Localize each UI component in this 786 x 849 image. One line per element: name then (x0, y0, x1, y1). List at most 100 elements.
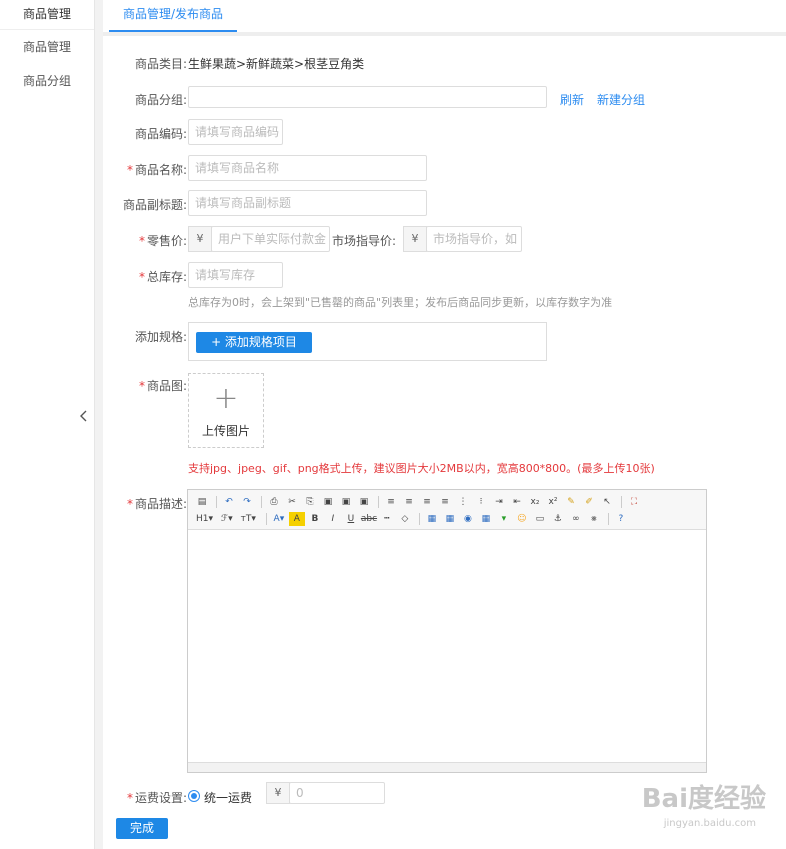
name-label: * 商品名称: (126, 163, 187, 177)
name-input[interactable]: 请填写商品名称 (188, 155, 427, 181)
market-price-input[interactable]: 市场指导价，如 (426, 226, 522, 252)
required-mark: * (138, 379, 145, 393)
required-mark: * (126, 163, 133, 177)
editor-statusbar (188, 762, 706, 772)
spec-box: + 添加规格项目 (188, 322, 547, 361)
ordered-list-icon[interactable]: ⋮ (455, 495, 471, 509)
stock-input[interactable]: 请填写库存 (188, 262, 283, 288)
superscript-icon[interactable]: x² (545, 495, 561, 509)
shipping-label: * 运费设置: (126, 791, 187, 805)
category-label: 商品类目: (134, 57, 187, 71)
align-left-icon[interactable]: ≡ (383, 495, 399, 509)
stock-hint: 总库存为0时，会上架到"已售罄的商品"列表里；发布后商品同步更新，以库存数字为准 (188, 296, 613, 309)
insert-code-icon[interactable]: ▾ (496, 512, 512, 526)
price-currency: ¥ (188, 226, 212, 252)
watermark-url: jingyan.baidu.com (663, 818, 756, 829)
new-group-link[interactable]: 新建分组 (597, 91, 645, 108)
unified-shipping-radio[interactable] (188, 790, 200, 802)
unified-shipping-label: 统一运费 (204, 791, 253, 805)
upload-image-label: 上传图片 (201, 424, 250, 438)
spec-label: 添加规格: (134, 330, 187, 344)
font-size-dropdown[interactable]: тT▾ (239, 512, 258, 526)
strikethrough-icon[interactable]: abc (361, 512, 377, 526)
justify-icon[interactable]: ≡ (437, 495, 453, 509)
stock-label: * 总库存: (138, 270, 187, 284)
rich-text-editor[interactable]: ▤ ↶ ↷ ⎙ ✂ ⎘ ▣ ▣ ▣ ≡ ≡ ≡ ≡ ⋮ ⁝ ⇥ ⇤ x₂ x² … (187, 489, 707, 773)
emoticon-icon[interactable]: ☺ (514, 512, 530, 526)
market-price-label: 市场指导价: (332, 234, 397, 248)
anchor-icon[interactable]: ⚓ (550, 512, 566, 526)
required-mark: * (138, 270, 145, 284)
underline-icon[interactable]: U (343, 512, 359, 526)
highlight-icon[interactable]: A (288, 511, 305, 526)
category-value: 生鲜果蔬>新鲜蔬菜>根茎豆角类 (188, 57, 365, 71)
hr-icon[interactable]: ┅ (379, 512, 395, 526)
required-mark: * (126, 791, 133, 805)
flash-icon[interactable]: ◉ (460, 512, 476, 526)
image-hint: 支持jpg、jpeg、gif、png格式上传，建议图片大小2MB以内，宽高800… (188, 462, 655, 475)
preview-icon[interactable]: ⎙ (266, 495, 282, 509)
paste-icon[interactable]: ▣ (320, 495, 336, 509)
indent-icon[interactable]: ⇥ (491, 495, 507, 509)
heading-dropdown[interactable]: H1▾ (194, 512, 215, 526)
required-mark: * (138, 234, 145, 248)
font-color-icon[interactable]: A▾ (271, 512, 287, 526)
cut-icon[interactable]: ✂ (284, 495, 300, 509)
plus-icon: + (213, 381, 239, 416)
select-all-icon[interactable]: ↖ (599, 495, 615, 509)
subtitle-input[interactable]: 请填写商品副标题 (188, 190, 427, 216)
refresh-link[interactable]: 刷新 (560, 91, 584, 108)
quick-format-icon[interactable]: ✐ (581, 495, 597, 509)
subscript-icon[interactable]: x₂ (527, 495, 543, 509)
align-center-icon[interactable]: ≡ (401, 495, 417, 509)
group-select[interactable] (188, 86, 547, 108)
shipping-input[interactable]: 0 (289, 782, 385, 804)
italic-icon[interactable]: I (325, 512, 341, 526)
paste-text-icon[interactable]: ▣ (338, 495, 354, 509)
market-price-currency: ¥ (403, 226, 427, 252)
editor-toolbar: ▤ ↶ ↷ ⎙ ✂ ⎘ ▣ ▣ ▣ ≡ ≡ ≡ ≡ ⋮ ⁝ ⇥ ⇤ x₂ x² … (188, 490, 706, 530)
tab-bar: 商品管理/发布商品 (103, 0, 786, 36)
remove-format-icon[interactable]: ◇ (397, 512, 413, 526)
subtitle-label: 商品副标题: (122, 198, 187, 212)
bold-icon[interactable]: B (307, 512, 323, 526)
page-break-icon[interactable]: ▭ (532, 512, 548, 526)
add-spec-button[interactable]: + 添加规格项目 (196, 332, 312, 353)
paste-word-icon[interactable]: ▣ (356, 495, 372, 509)
image-icon[interactable]: ▦ (424, 512, 440, 526)
unlink-icon[interactable]: ⨳ (586, 512, 602, 526)
align-right-icon[interactable]: ≡ (419, 495, 435, 509)
chevron-left-icon[interactable] (80, 410, 88, 426)
sidebar-title: 商品管理 (0, 0, 94, 30)
redo-icon[interactable]: ↷ (239, 495, 255, 509)
required-mark: * (126, 497, 133, 511)
undo-icon[interactable]: ↶ (221, 495, 237, 509)
copy-icon[interactable]: ⎘ (302, 495, 318, 509)
price-input[interactable]: 用户下单实际付款金 (211, 226, 330, 252)
description-label: * 商品描述: (126, 497, 187, 511)
code-input[interactable]: 请填写商品编码 (188, 119, 283, 145)
clear-format-icon[interactable]: ✎ (563, 495, 579, 509)
bullet-list-icon[interactable]: ⁝ (473, 495, 489, 509)
fullscreen-icon[interactable]: ⛶ (626, 495, 642, 509)
outdent-icon[interactable]: ⇤ (509, 495, 525, 509)
shipping-currency: ¥ (266, 782, 290, 804)
toolbar-row-2: H1▾ ℱ▾ тT▾ A▾ A B I U abc ┅ ◇ ▦ ▦ ◉ ▦ ▾ … (194, 510, 700, 527)
table-icon[interactable]: ▦ (478, 512, 494, 526)
price-label: * 零售价: (138, 234, 187, 248)
font-family-dropdown[interactable]: ℱ▾ (219, 512, 235, 526)
watermark-logo: Bai度经验 (641, 784, 766, 814)
sidebar-item-product-management[interactable]: 商品管理 (0, 30, 94, 64)
source-icon[interactable]: ▤ (194, 495, 210, 509)
upload-image-button[interactable]: + 上传图片 (188, 373, 264, 448)
image-label: * 商品图: (138, 379, 187, 393)
link-icon[interactable]: ∞ (568, 512, 584, 526)
multi-image-icon[interactable]: ▦ (442, 512, 458, 526)
submit-button[interactable]: 完成 (116, 818, 168, 839)
tab-publish-product[interactable]: 商品管理/发布商品 (109, 0, 238, 32)
code-label: 商品编码: (134, 127, 187, 141)
toolbar-row-1: ▤ ↶ ↷ ⎙ ✂ ⎘ ▣ ▣ ▣ ≡ ≡ ≡ ≡ ⋮ ⁝ ⇥ ⇤ x₂ x² … (194, 493, 700, 510)
help-icon[interactable]: ? (613, 512, 629, 526)
sidebar-item-product-group[interactable]: 商品分组 (0, 64, 94, 98)
product-form: 商品类目: 生鲜果蔬>新鲜蔬菜>根茎豆角类 商品分组: 刷新 新建分组 商品编码… (103, 40, 786, 849)
